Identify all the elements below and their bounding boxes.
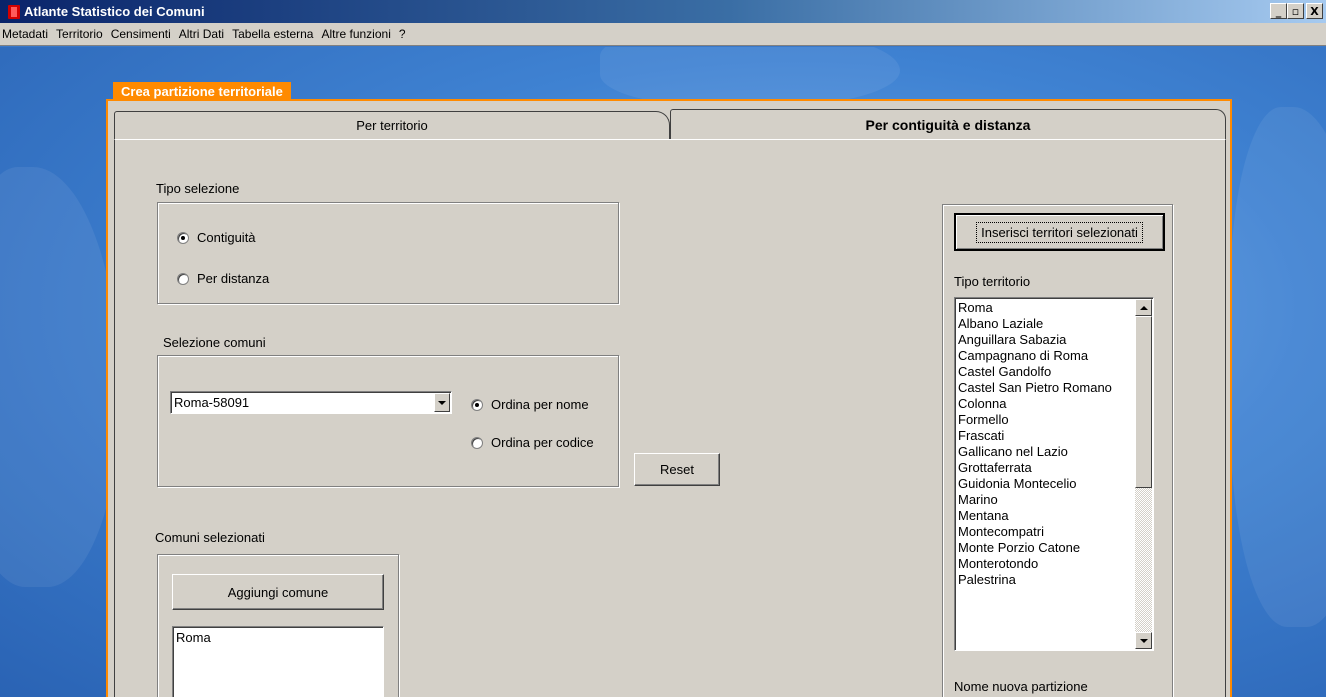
map-decoration — [600, 47, 900, 107]
radio-indicator — [177, 272, 189, 285]
list-item[interactable]: Gallicano nel Lazio — [958, 444, 1112, 460]
list-item[interactable]: Castel San Pietro Romano — [958, 380, 1112, 396]
radio-ordina-per-codice[interactable]: Ordina per codice — [471, 435, 594, 450]
radio-contiguita[interactable]: Contiguità — [177, 230, 256, 245]
list-item[interactable]: Monte Porzio Catone — [958, 540, 1112, 556]
list-item[interactable]: Marino — [958, 492, 1112, 508]
vertical-scrollbar[interactable] — [1135, 299, 1152, 649]
radio-label: Contiguità — [197, 230, 256, 245]
radio-indicator — [177, 231, 189, 244]
title-bar: Atlante Statistico dei Comuni _ ▫ X — [0, 0, 1326, 23]
tab-per-territorio[interactable]: Per territorio — [114, 111, 670, 139]
list-item[interactable]: Castel Gandolfo — [958, 364, 1112, 380]
map-decoration — [0, 167, 120, 587]
inserisci-territori-button[interactable]: Inserisci territori selezionati — [954, 213, 1165, 251]
list-item[interactable]: Formello — [958, 412, 1112, 428]
comuni-selezionati-label: Comuni selezionati — [155, 530, 265, 545]
radio-indicator — [471, 436, 483, 449]
radio-ordina-per-nome[interactable]: Ordina per nome — [471, 397, 589, 412]
menu-altri-dati[interactable]: Altri Dati — [175, 27, 228, 41]
territori-list[interactable]: Roma Albano Laziale Anguillara Sabazia Camp… — [954, 297, 1154, 651]
list-item[interactable]: Campagnano di Roma — [958, 348, 1112, 364]
app-icon — [8, 4, 20, 19]
menu-help[interactable]: ? — [395, 27, 410, 41]
tab-panel: Tipo selezione Contiguità Per distanza S… — [114, 139, 1226, 697]
selezione-comuni-group — [157, 355, 619, 487]
list-item[interactable]: Monterotondo — [958, 556, 1112, 572]
list-item[interactable]: Colonna — [958, 396, 1112, 412]
list-item[interactable]: Grottaferrata — [958, 460, 1112, 476]
minimize-button[interactable]: _ — [1270, 3, 1287, 19]
comune-select[interactable]: Roma-58091 — [170, 391, 452, 414]
window-title: Atlante Statistico dei Comuni — [24, 4, 205, 19]
scroll-up-icon[interactable] — [1135, 299, 1152, 316]
window-controls: _ ▫ X — [1270, 3, 1323, 19]
tipo-selezione-label: Tipo selezione — [156, 181, 240, 196]
list-item[interactable]: Roma — [176, 630, 211, 646]
list-item[interactable]: Montecompatri — [958, 524, 1112, 540]
menu-metadati[interactable]: Metadati — [0, 27, 52, 41]
menu-bar: Metadati Territorio Censimenti Altri Dat… — [0, 23, 1326, 46]
list-item[interactable]: Guidonia Montecelio — [958, 476, 1112, 492]
reset-button[interactable]: Reset — [634, 453, 720, 486]
radio-label: Per distanza — [197, 271, 270, 286]
nome-partizione-label: Nome nuova partizione — [954, 679, 1088, 694]
list-item[interactable]: Mentana — [958, 508, 1112, 524]
close-button[interactable]: X — [1306, 3, 1323, 19]
menu-altre-funzioni[interactable]: Altre funzioni — [317, 27, 394, 41]
inserisci-territori-label: Inserisci territori selezionati — [976, 221, 1143, 243]
radio-label: Ordina per nome — [491, 397, 589, 412]
aggiungi-comune-button[interactable]: Aggiungi comune — [172, 574, 384, 610]
radio-label: Ordina per codice — [491, 435, 594, 450]
tipo-territorio-label: Tipo territorio — [954, 274, 1031, 289]
list-item[interactable]: Frascati — [958, 428, 1112, 444]
list-item[interactable]: Palestrina — [958, 572, 1112, 588]
scroll-down-icon[interactable] — [1135, 632, 1152, 649]
comuni-selezionati-list[interactable]: Roma — [172, 626, 384, 697]
maximize-button[interactable]: ▫ — [1287, 3, 1304, 19]
tab-per-contiguita-distanza[interactable]: Per contiguità e distanza — [670, 109, 1226, 139]
list-item[interactable]: Albano Laziale — [958, 316, 1112, 332]
tipo-selezione-group — [157, 202, 619, 304]
dialog-window: Per territorio Per contiguità e distanza… — [106, 99, 1232, 697]
comune-select-value: Roma-58091 — [174, 395, 250, 410]
menu-censimenti[interactable]: Censimenti — [107, 27, 175, 41]
menu-territorio[interactable]: Territorio — [52, 27, 107, 41]
menu-tabella-esterna[interactable]: Tabella esterna — [228, 27, 317, 41]
radio-per-distanza[interactable]: Per distanza — [177, 271, 269, 286]
chevron-down-icon[interactable] — [434, 393, 450, 412]
territori-items: Roma Albano Laziale Anguillara Sabazia Camp… — [958, 300, 1112, 588]
list-item[interactable]: Anguillara Sabazia — [958, 332, 1112, 348]
map-decoration — [1230, 107, 1326, 627]
scroll-thumb[interactable] — [1135, 316, 1152, 488]
list-item[interactable]: Roma — [958, 300, 1112, 316]
radio-indicator — [471, 398, 483, 411]
selezione-comuni-label: Selezione comuni — [163, 335, 266, 350]
